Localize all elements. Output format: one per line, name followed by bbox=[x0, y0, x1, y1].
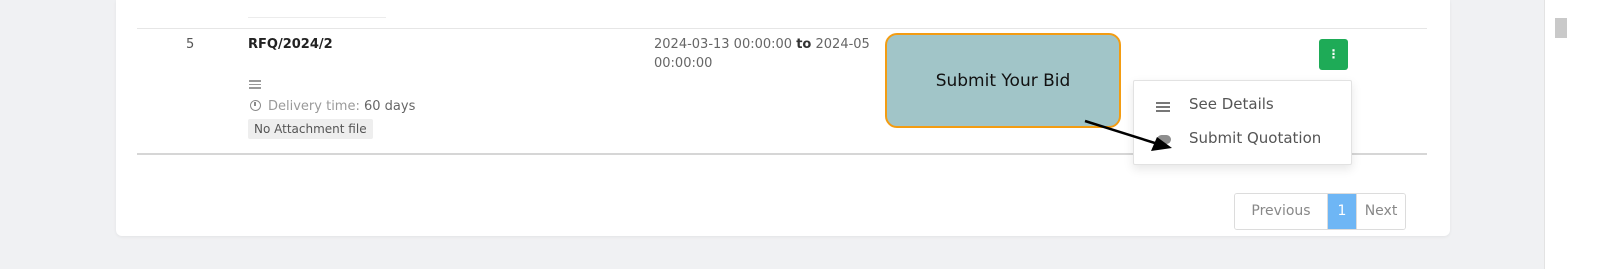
pagination: Previous 1 Next bbox=[1234, 193, 1406, 230]
menu-item-submit-quotation[interactable]: Submit Quotation bbox=[1134, 123, 1351, 155]
row-actions-button[interactable]: ⋮ bbox=[1319, 39, 1348, 70]
delivery-value: 60 days bbox=[364, 99, 416, 114]
current-page-button[interactable]: 1 bbox=[1328, 194, 1356, 229]
vertical-scrollbar[interactable] bbox=[1544, 0, 1597, 269]
menu-item-label: See Details bbox=[1189, 95, 1274, 113]
menu-item-see-details[interactable]: See Details bbox=[1134, 89, 1351, 121]
delivery-label: Delivery time: bbox=[268, 99, 360, 114]
cloud-upload-icon bbox=[1157, 135, 1171, 144]
page-background bbox=[0, 0, 12, 269]
date-range: 2024-03-13 00:00:00 to 2024-05 bbox=[654, 37, 870, 52]
annotation-callout: Submit Your Bid bbox=[885, 33, 1121, 128]
date-end: 2024-05 bbox=[815, 37, 870, 52]
row-index: 5 bbox=[186, 37, 195, 52]
attachment-badge: No Attachment file bbox=[248, 119, 373, 139]
scrollbar-thumb[interactable] bbox=[1555, 18, 1567, 38]
date-start: 2024-03-13 00:00:00 bbox=[654, 37, 793, 52]
rfq-number[interactable]: RFQ/2024/2 bbox=[248, 37, 333, 52]
previous-row-cell bbox=[248, 0, 386, 18]
previous-page-button[interactable]: Previous bbox=[1235, 194, 1328, 229]
page-background-right bbox=[1452, 0, 1544, 269]
lines-icon bbox=[1156, 102, 1170, 114]
menu-item-label: Submit Quotation bbox=[1189, 129, 1322, 147]
next-page-button[interactable]: Next bbox=[1356, 194, 1405, 229]
row-actions-menu: See Details Submit Quotation bbox=[1133, 80, 1352, 165]
callout-text: Submit Your Bid bbox=[935, 70, 1071, 91]
date-end-time: 00:00:00 bbox=[654, 56, 713, 71]
clock-icon bbox=[250, 100, 261, 111]
date-to: to bbox=[796, 37, 812, 52]
row-divider bbox=[137, 28, 1427, 29]
delivery-time: Delivery time: 60 days bbox=[268, 99, 415, 114]
description-icon bbox=[249, 80, 261, 90]
